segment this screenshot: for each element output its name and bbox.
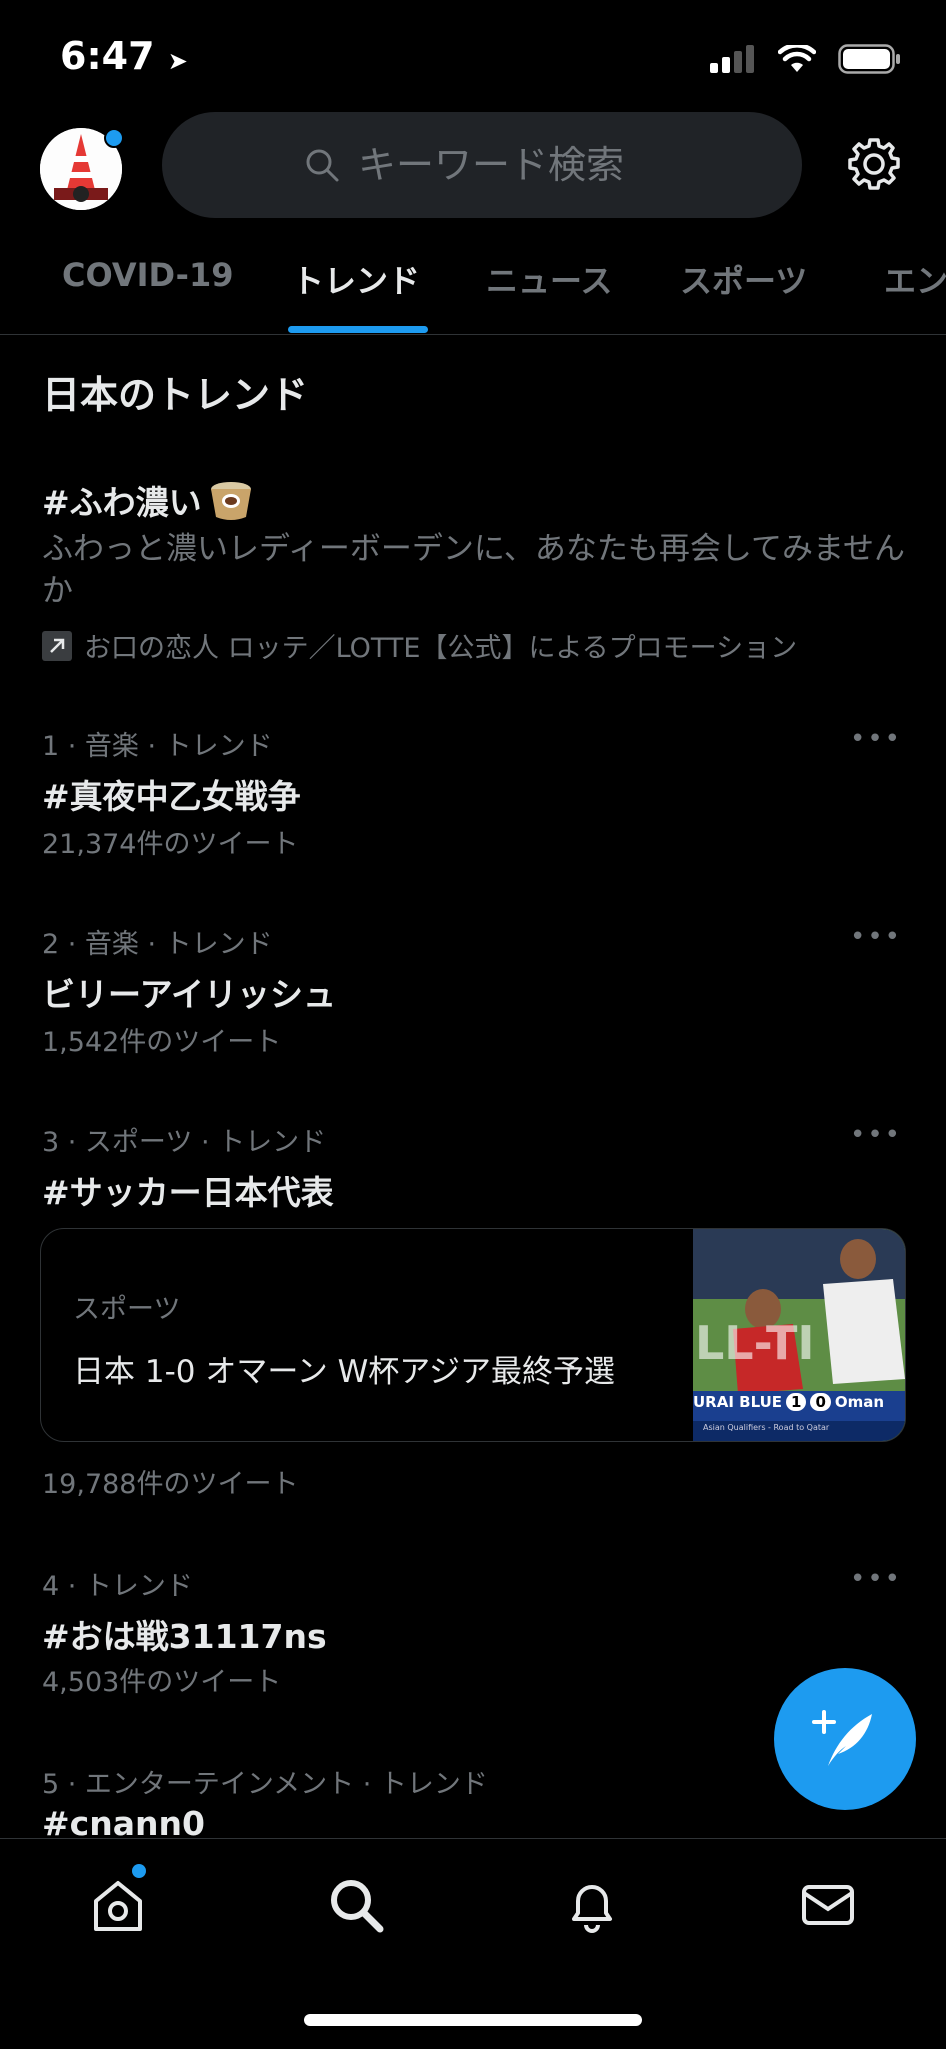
wifi-icon — [778, 45, 816, 72]
explore-tabs: COVID-19 トレンド ニュース スポーツ エン — [0, 240, 946, 335]
svg-text:LL-TI: LL-TI — [695, 1316, 814, 1370]
compose-tweet-icon — [812, 1710, 872, 1766]
trend-name[interactable]: #真夜中乙女戦争 — [42, 770, 301, 818]
score-home: 1 — [786, 1393, 807, 1411]
mail-icon[interactable] — [798, 1875, 858, 1935]
trend-meta: 3 · スポーツ · トレンド — [42, 1127, 327, 1158]
battery-icon — [838, 44, 900, 74]
tab-entertainment[interactable]: エン — [884, 256, 946, 302]
trend-meta: 5 · エンターテインメント · トレンド — [42, 1769, 488, 1800]
notification-dot — [104, 128, 124, 148]
more-options-icon[interactable]: ••• — [850, 724, 902, 754]
status-time: 6:47 ➤ — [60, 34, 188, 78]
image-subtitle: Asian Qualifiers - Road to Qatar — [703, 1423, 830, 1432]
location-arrow-icon: ➤ — [167, 47, 188, 75]
news-card-image: LL-TI URAI BLUE 1 0 Oman Asian Qualifier… — [693, 1229, 905, 1441]
section-title: 日本のトレンド — [42, 373, 309, 417]
promoted-trend-name: #ふわ濃い — [42, 483, 202, 522]
active-tab-indicator — [288, 326, 428, 333]
trend-meta: 1 · 音楽 · トレンド — [42, 731, 273, 762]
search-icon — [306, 149, 339, 182]
news-card[interactable]: スポーツ 日本 1-0 オマーン W杯アジア最終予選 LL-TI URAI BL… — [40, 1228, 906, 1442]
trend-tweet-count: 21,374件のツイート — [42, 829, 299, 860]
more-options-icon[interactable]: ••• — [850, 1120, 902, 1150]
trend-meta: 4 · トレンド — [42, 1571, 193, 1602]
trend-tweet-count: 4,503件のツイート — [42, 1667, 282, 1698]
gear-icon[interactable] — [846, 136, 902, 192]
banner-text: URAI BLUE — [693, 1393, 783, 1411]
tab-sports[interactable]: スポーツ — [680, 256, 807, 302]
trend-tweet-count: 1,542件のツイート — [42, 1027, 282, 1058]
news-card-category: スポーツ — [73, 1294, 181, 1325]
promoted-by-label: お口の恋人 ロッテ／LOTTE【公式】によるプロモーション — [84, 633, 798, 664]
bell-icon[interactable] — [562, 1875, 622, 1935]
more-options-icon[interactable]: ••• — [850, 1564, 902, 1594]
news-card-text: スポーツ 日本 1-0 オマーン W杯アジア最終予選 — [41, 1229, 693, 1441]
trend-name[interactable]: #おは戦31117ns — [42, 1610, 327, 1658]
trend-name[interactable]: ビリーアイリッシュ — [42, 968, 336, 1016]
search-icon[interactable] — [326, 1875, 386, 1935]
more-options-icon[interactable]: ••• — [850, 922, 902, 952]
promoted-trend-description: ふわっと濃いレディーボーデンに、あなたも再会してみませんか — [42, 531, 906, 609]
search-input[interactable] — [356, 142, 660, 188]
tab-trends[interactable]: トレンド — [292, 256, 420, 302]
home-icon[interactable] — [88, 1875, 148, 1935]
home-indicator[interactable] — [304, 2014, 642, 2026]
score-away: 0 — [810, 1393, 831, 1411]
promoted-arrow-icon — [42, 630, 72, 661]
news-card-headline: 日本 1-0 オマーン W杯アジア最終予選 — [73, 1354, 616, 1390]
compose-tweet-button[interactable] — [774, 1668, 916, 1810]
tab-covid-19[interactable]: COVID-19 — [62, 256, 233, 294]
tab-news[interactable]: ニュース — [486, 256, 612, 302]
promoted-trend-title[interactable]: #ふわ濃い — [42, 476, 254, 524]
status-icons — [710, 44, 902, 74]
trend-tweet-count: 19,788件のツイート — [42, 1469, 299, 1500]
search-bar[interactable] — [162, 112, 802, 218]
trend-meta: 2 · 音楽 · トレンド — [42, 929, 273, 960]
home-notification-dot — [132, 1864, 146, 1878]
team-name: Oman — [834, 1393, 885, 1411]
trend-name[interactable]: #サッカー日本代表 — [42, 1166, 334, 1214]
cellular-signal-icon — [710, 45, 754, 73]
promoted-by[interactable]: お口の恋人 ロッテ／LOTTE【公式】によるプロモーション — [42, 626, 797, 665]
ice-cream-cup-icon — [210, 482, 251, 520]
